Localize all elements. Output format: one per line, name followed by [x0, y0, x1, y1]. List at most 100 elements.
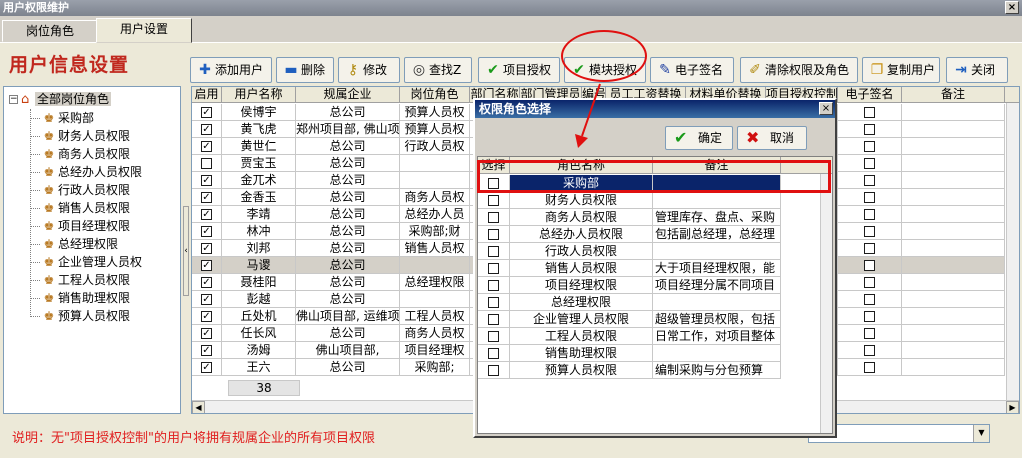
esign-cell[interactable] [838, 138, 902, 155]
role-checkbox[interactable] [488, 280, 499, 291]
tree-root[interactable]: − ⌂ 全部岗位角色 [9, 91, 112, 107]
enabled-checkbox[interactable]: ✓ [201, 192, 212, 203]
esign-checkbox[interactable] [864, 124, 875, 135]
enabled-checkbox[interactable]: ✓ [201, 294, 212, 305]
role-checkbox[interactable] [488, 314, 499, 325]
select-cell[interactable] [478, 192, 510, 209]
enabled-checkbox[interactable]: ✓ [201, 345, 212, 356]
find-button[interactable]: ◎ 查找Z [404, 57, 472, 83]
esign-cell[interactable] [838, 240, 902, 257]
esign-cell[interactable] [838, 189, 902, 206]
select-cell[interactable] [478, 328, 510, 345]
chevron-down-icon[interactable]: ▼ [973, 425, 989, 442]
esign-checkbox[interactable] [864, 345, 875, 356]
cancel-button[interactable]: ✖ 取消 [737, 126, 807, 150]
esign-button[interactable]: ✎ 电子签名 [650, 57, 734, 83]
tree-item[interactable]: ♚ 企业管理人员权 [30, 253, 142, 271]
esign-checkbox[interactable] [864, 175, 875, 186]
enabled-cell[interactable]: ✓ [192, 240, 222, 257]
role-checkbox[interactable] [488, 331, 499, 342]
collapse-icon[interactable]: − [9, 95, 18, 104]
esign-cell[interactable] [838, 223, 902, 240]
role-row[interactable]: 总经办人员权限 包括副总经理，总经理 [478, 226, 832, 243]
esign-cell[interactable] [838, 206, 902, 223]
esign-checkbox[interactable] [864, 192, 875, 203]
enabled-cell[interactable]: ✓ [192, 121, 222, 138]
enabled-cell[interactable]: ✓ [192, 206, 222, 223]
select-cell[interactable] [478, 311, 510, 328]
enabled-cell[interactable] [192, 155, 222, 172]
role-row[interactable]: 销售助理权限 [478, 345, 832, 362]
enabled-cell[interactable]: ✓ [192, 138, 222, 155]
col-company[interactable]: 规属企业 [296, 87, 400, 103]
enabled-cell[interactable]: ✓ [192, 189, 222, 206]
esign-cell[interactable] [838, 104, 902, 121]
tree-item[interactable]: ♚ 采购部 [30, 109, 94, 127]
col-enabled[interactable]: 启用 [192, 87, 222, 103]
tab-users[interactable]: 用户设置 [96, 18, 192, 43]
role-row[interactable]: 项目经理权限 项目经理分属不同项目 [478, 277, 832, 294]
role-row[interactable]: 工程人员权限 日常工作，对项目整体 [478, 328, 832, 345]
dialog-close-button[interactable]: × [819, 102, 833, 115]
enabled-cell[interactable]: ✓ [192, 291, 222, 308]
esign-cell[interactable] [838, 325, 902, 342]
enabled-checkbox[interactable]: ✓ [201, 260, 212, 271]
ok-button[interactable]: ✔ 确定 [665, 126, 733, 150]
copy-user-button[interactable]: ❐ 复制用户 [862, 57, 940, 83]
delete-button[interactable]: ▬ 删除 [276, 57, 334, 83]
edit-button[interactable]: ⚷ 修改 [338, 57, 400, 83]
tree-item[interactable]: ♚ 总经办人员权限 [30, 163, 142, 181]
window-close-button[interactable]: × [1005, 1, 1019, 14]
vertical-scrollbar[interactable] [1006, 103, 1019, 400]
enabled-cell[interactable]: ✓ [192, 308, 222, 325]
select-cell[interactable] [478, 277, 510, 294]
col-esign[interactable]: 电子签名 [838, 87, 902, 103]
enabled-cell[interactable]: ✓ [192, 342, 222, 359]
project-auth-button[interactable]: ✔ 项目授权 [478, 57, 560, 83]
col-role[interactable]: 岗位角色 [400, 87, 470, 103]
role-row[interactable]: 财务人员权限 [478, 192, 832, 209]
tree-item[interactable]: ♚ 工程人员权限 [30, 271, 130, 289]
enabled-checkbox[interactable]: ✓ [201, 277, 212, 288]
tree-item[interactable]: ♚ 销售人员权限 [30, 199, 130, 217]
role-row[interactable]: 商务人员权限 管理库存、盘点、采购 [478, 209, 832, 226]
clear-permissions-button[interactable]: ✐ 清除权限及角色 [740, 57, 858, 83]
enabled-checkbox[interactable]: ✓ [201, 124, 212, 135]
role-checkbox[interactable] [488, 348, 499, 359]
role-row[interactable]: 企业管理人员权限 超级管理员权限，包括 [478, 311, 832, 328]
role-checkbox[interactable] [488, 212, 499, 223]
select-cell[interactable] [478, 209, 510, 226]
splitter-grip-icon[interactable]: ‹ [183, 206, 189, 296]
enabled-checkbox[interactable]: ✓ [201, 175, 212, 186]
esign-cell[interactable] [838, 155, 902, 172]
esign-checkbox[interactable] [864, 243, 875, 254]
tab-roles[interactable]: 岗位角色 [2, 20, 98, 42]
esign-checkbox[interactable] [864, 226, 875, 237]
select-cell[interactable] [478, 226, 510, 243]
select-cell[interactable] [478, 243, 510, 260]
enabled-checkbox[interactable]: ✓ [201, 328, 212, 339]
tree-item[interactable]: ♚ 行政人员权限 [30, 181, 130, 199]
esign-cell[interactable] [838, 172, 902, 189]
close-button[interactable]: ⇥ 关闭 [946, 57, 1008, 83]
esign-cell[interactable] [838, 257, 902, 274]
enabled-checkbox[interactable]: ✓ [201, 362, 212, 373]
tree-item[interactable]: ♚ 总经理权限 [30, 235, 118, 253]
enabled-checkbox[interactable]: ✓ [201, 107, 212, 118]
enabled-cell[interactable]: ✓ [192, 223, 222, 240]
enabled-cell[interactable]: ✓ [192, 172, 222, 189]
esign-checkbox[interactable] [864, 141, 875, 152]
role-row[interactable]: 销售人员权限 大于项目经理权限，能 [478, 260, 832, 277]
esign-cell[interactable] [838, 121, 902, 138]
dialog-vertical-scrollbar[interactable] [820, 174, 832, 433]
col-remark[interactable]: 备注 [902, 87, 1005, 103]
enabled-checkbox[interactable]: ✓ [201, 141, 212, 152]
esign-checkbox[interactable] [864, 362, 875, 373]
enabled-checkbox[interactable]: ✓ [201, 209, 212, 220]
add-user-button[interactable]: ✚ 添加用户 [190, 57, 272, 83]
esign-checkbox[interactable] [864, 260, 875, 271]
enabled-checkbox[interactable]: ✓ [201, 311, 212, 322]
select-cell[interactable] [478, 260, 510, 277]
role-checkbox[interactable] [488, 229, 499, 240]
tree-item[interactable]: ♚ 预算人员权限 [30, 307, 130, 325]
